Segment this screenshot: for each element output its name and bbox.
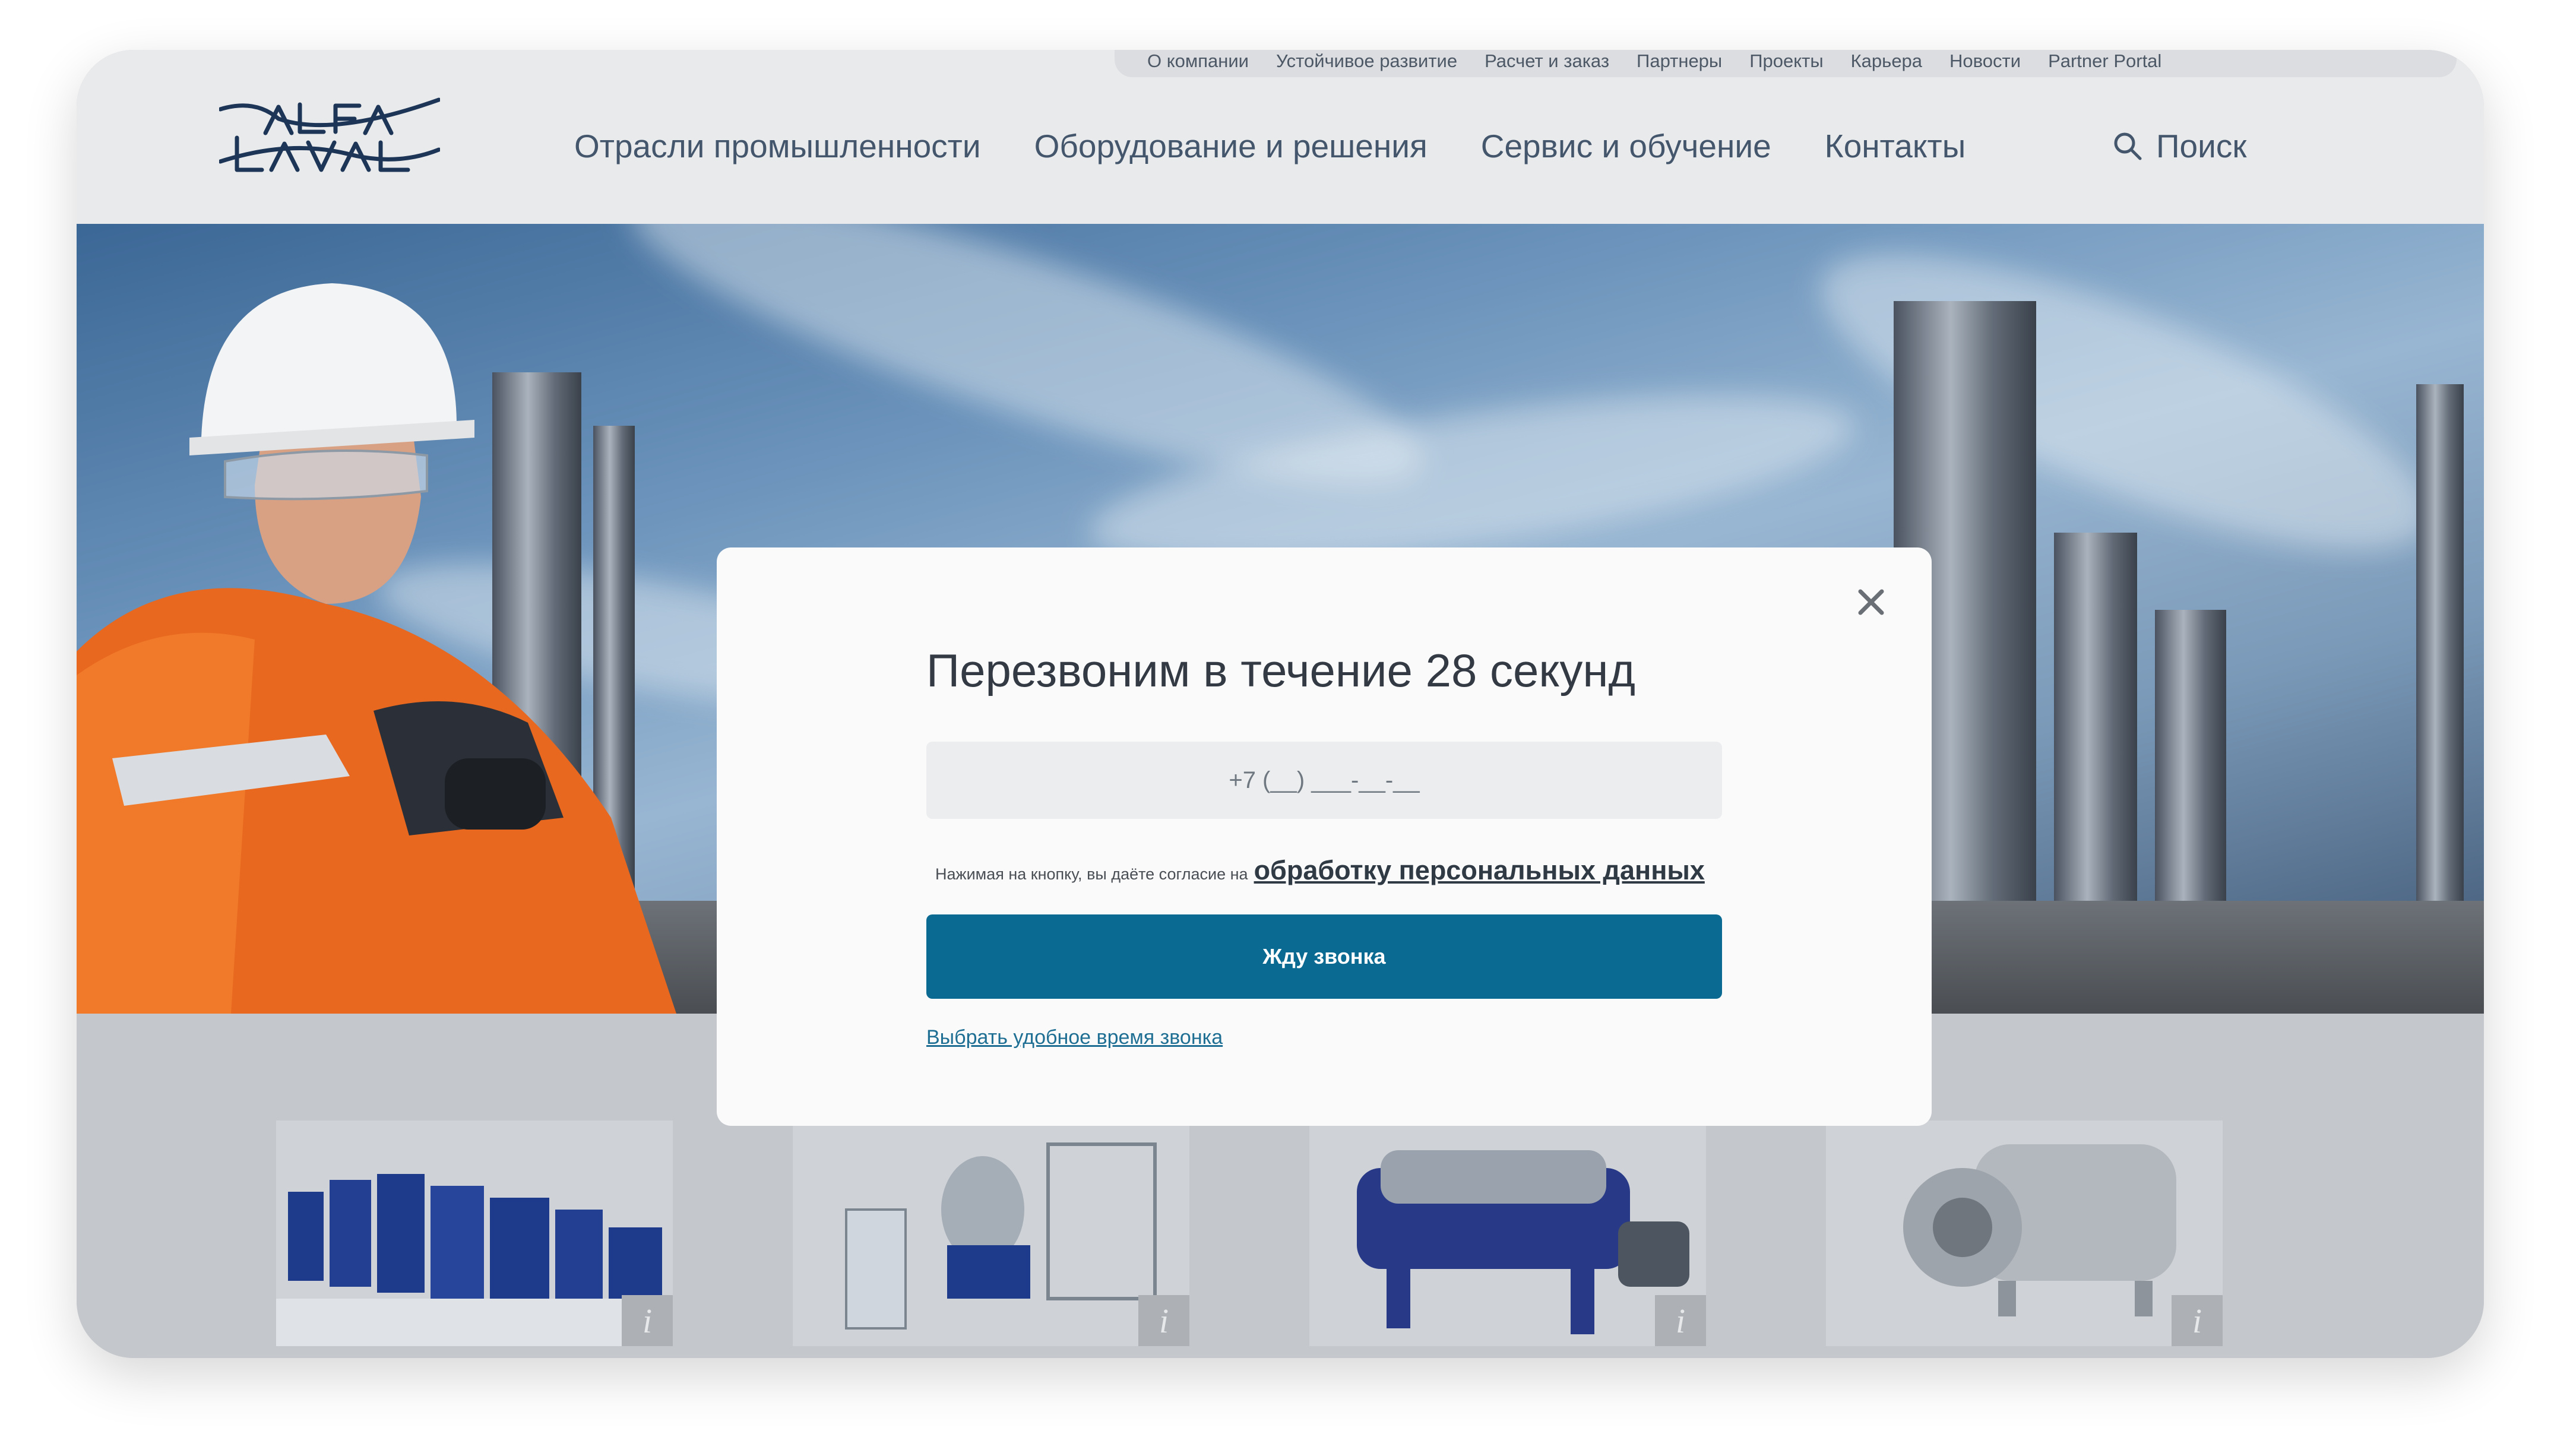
modal-title: Перезвоним в течение 28 секунд bbox=[926, 644, 1635, 697]
consent-text: Нажимая на кнопку, вы даёте согласие на bbox=[935, 865, 1248, 883]
info-icon[interactable]: i bbox=[2172, 1295, 2223, 1346]
worker-illustration bbox=[77, 283, 676, 1014]
browser-frame: О компании Устойчивое развитие Расчет и … bbox=[77, 50, 2484, 1358]
topbar-link-partner-portal[interactable]: Partner Portal bbox=[2048, 50, 2161, 72]
nav-item-contacts[interactable]: Контакты bbox=[1825, 127, 1966, 165]
decanter-image bbox=[1357, 1150, 1689, 1334]
site-header: О компании Устойчивое развитие Расчет и … bbox=[77, 50, 2484, 224]
phone-input[interactable] bbox=[926, 742, 1722, 819]
alfa-laval-logo[interactable] bbox=[219, 96, 440, 173]
product-card-separators[interactable]: i bbox=[793, 1121, 1189, 1346]
choose-time-link[interactable]: Выбрать удобное время звонка bbox=[926, 1026, 1223, 1049]
info-icon[interactable]: i bbox=[622, 1295, 673, 1346]
separator-image bbox=[845, 1142, 1157, 1330]
topbar-link-sustainability[interactable]: Устойчивое развитие bbox=[1276, 50, 1457, 72]
nav-item-equipment[interactable]: Оборудование и решения bbox=[1034, 127, 1428, 165]
nav-item-service[interactable]: Сервис и обучение bbox=[1481, 127, 1771, 165]
close-icon[interactable] bbox=[1852, 583, 1890, 621]
search-icon bbox=[2114, 132, 2142, 160]
plate-heat-exchanger-image bbox=[276, 1174, 673, 1346]
main-nav: Отрасли промышленности Оборудование и ре… bbox=[574, 127, 1966, 165]
topbar-link-career[interactable]: Карьера bbox=[1851, 50, 1922, 72]
product-card-heat-exchangers[interactable]: i bbox=[276, 1121, 673, 1346]
callback-modal: Перезвоним в течение 28 секунд Нажимая н… bbox=[717, 547, 1932, 1126]
top-utility-bar: О компании Устойчивое развитие Расчет и … bbox=[1115, 50, 2457, 77]
product-card-pumps[interactable]: i bbox=[1826, 1121, 2223, 1346]
search-button[interactable]: Поиск bbox=[2112, 127, 2246, 165]
topbar-link-calculation[interactable]: Расчет и заказ bbox=[1485, 50, 1609, 72]
nav-item-industries[interactable]: Отрасли промышленности bbox=[574, 127, 981, 165]
topbar-link-about[interactable]: О компании bbox=[1147, 50, 1249, 72]
topbar-link-news[interactable]: Новости bbox=[1949, 50, 2021, 72]
consent-text-block: Нажимая на кнопку, вы даёте согласие на … bbox=[935, 855, 1705, 886]
info-icon[interactable]: i bbox=[1138, 1295, 1189, 1346]
product-card-decanters[interactable]: i bbox=[1309, 1121, 1706, 1346]
personal-data-link[interactable]: обработку персональных данных bbox=[1254, 855, 1705, 886]
topbar-link-projects[interactable]: Проекты bbox=[1749, 50, 1823, 72]
request-call-button[interactable]: Жду звонка bbox=[926, 914, 1722, 999]
topbar-link-partners[interactable]: Партнеры bbox=[1637, 50, 1722, 72]
info-icon[interactable]: i bbox=[1655, 1295, 1706, 1346]
search-label: Поиск bbox=[2156, 128, 2247, 164]
pump-image bbox=[1903, 1144, 2176, 1316]
